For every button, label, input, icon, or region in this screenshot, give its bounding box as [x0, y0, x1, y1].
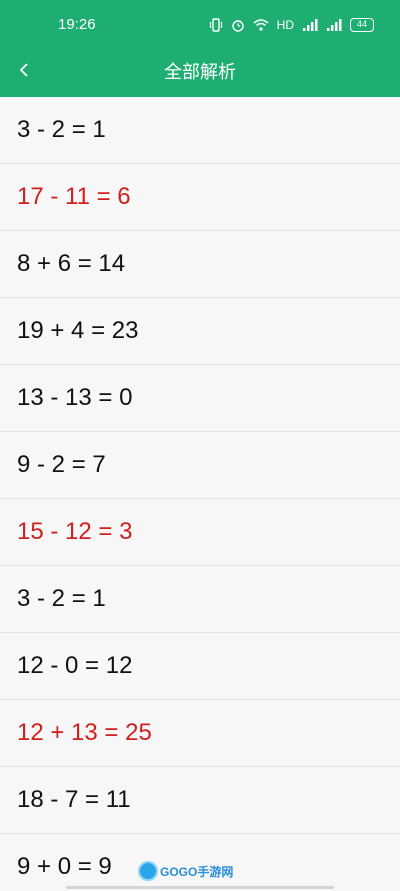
- equation-row[interactable]: 12 - 0 = 12: [0, 633, 400, 700]
- title-bar: 全部解析: [0, 50, 400, 90]
- home-indicator[interactable]: [66, 886, 334, 889]
- battery-icon: 44: [350, 18, 374, 32]
- equation-list: 3 - 2 = 1 17 - 11 = 6 8 + 6 = 14 19 + 4 = 2…: [0, 97, 400, 891]
- watermark: GOGO手游网: [138, 858, 233, 884]
- equation-row[interactable]: 3 - 2 = 1: [0, 97, 400, 164]
- equation-row[interactable]: 9 - 2 = 7: [0, 432, 400, 499]
- network-label: HD: [276, 18, 294, 32]
- equation-text: 12 - 0 = 12: [17, 652, 133, 679]
- status-time: 19:26: [58, 16, 96, 33]
- equation-row[interactable]: 19 + 4 = 23: [0, 298, 400, 365]
- equation-row[interactable]: 15 - 12 = 3: [0, 499, 400, 566]
- equation-row[interactable]: 12 + 13 = 25: [0, 700, 400, 767]
- equation-text: 15 - 12 = 3: [17, 518, 133, 545]
- equation-text: 9 + 0 = 9: [17, 853, 112, 880]
- vibrate-icon: [209, 18, 223, 32]
- signal-icon-2: [326, 18, 342, 32]
- equation-row[interactable]: 8 + 6 = 14: [0, 231, 400, 298]
- status-bar: 19:26 HD 44: [0, 0, 400, 50]
- equation-text: 9 - 2 = 7: [17, 451, 106, 478]
- equation-text: 18 - 7 = 11: [17, 786, 131, 813]
- signal-icon-1: [302, 18, 318, 32]
- equation-text: 19 + 4 = 23: [17, 317, 139, 344]
- status-icons: HD 44: [209, 16, 374, 34]
- watermark-text: GOGO手游网: [160, 864, 234, 879]
- equation-row[interactable]: 17 - 11 = 6: [0, 164, 400, 231]
- equation-text: 3 - 2 = 1: [17, 585, 106, 612]
- watermark-logo-icon: [138, 861, 158, 881]
- equation-row[interactable]: 18 - 7 = 11: [0, 767, 400, 834]
- equation-row[interactable]: 3 - 2 = 1: [0, 566, 400, 633]
- alarm-icon: [231, 18, 245, 32]
- equation-text: 17 - 11 = 6: [17, 183, 131, 210]
- equation-text: 3 - 2 = 1: [17, 116, 106, 143]
- equation-text: 12 + 13 = 25: [17, 719, 152, 746]
- page-title: 全部解析: [164, 62, 236, 82]
- equation-text: 13 - 13 = 0: [17, 384, 133, 411]
- equation-text: 8 + 6 = 14: [17, 250, 126, 277]
- app-header: 19:26 HD 44 全部解析: [0, 0, 400, 97]
- equation-row[interactable]: 13 - 13 = 0: [0, 365, 400, 432]
- wifi-icon: [253, 18, 269, 32]
